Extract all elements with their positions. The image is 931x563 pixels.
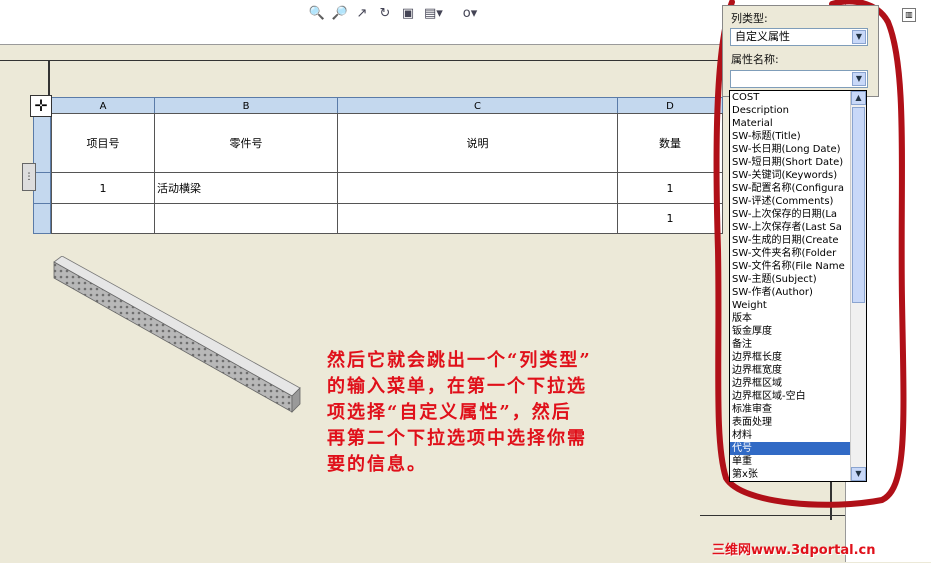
dropdown-option[interactable]: SW-文件夹名称(Folder [730, 247, 852, 260]
sheet-divider [48, 60, 50, 98]
dropdown-option[interactable]: SW-上次保存者(Last Sa [730, 221, 852, 234]
display-icon[interactable]: ▣ [399, 5, 417, 23]
dropdown-option[interactable]: Material [730, 117, 852, 130]
chevron-down-icon[interactable]: ▼ [852, 30, 866, 44]
dropdown-option[interactable]: SW-标题(Title) [730, 130, 852, 143]
zoom-area-icon[interactable]: 🔎 [331, 5, 349, 23]
table-move-handle-icon[interactable]: ✛ [30, 95, 52, 117]
column-header-b[interactable]: B [154, 97, 338, 114]
column-header-a[interactable]: A [51, 97, 155, 114]
dropdown-option[interactable]: SW-评述(Comments) [730, 195, 852, 208]
dropdown-option[interactable]: 边界框区域-空白 [730, 390, 852, 403]
column-header-d[interactable]: D [617, 97, 723, 114]
table-cell[interactable] [337, 172, 618, 204]
annotation-line: 然后它就会跳出一个“列类型” [327, 350, 592, 371]
zoom-to-fit-icon[interactable]: 🔍 [308, 5, 326, 23]
column-property-panel: 列类型: 自定义属性 ▼ 属性名称: ▼ [722, 5, 879, 97]
site-watermark: 三维网www.3dportal.cn [712, 543, 876, 558]
column-type-label: 列类型: [731, 12, 768, 25]
dropdown-option[interactable]: SW-配置名称(Configura [730, 182, 852, 195]
view-orientation-icon[interactable]: ▤▾ [424, 5, 443, 23]
rotate-icon[interactable]: ↻ [376, 5, 394, 23]
dropdown-option[interactable]: 边界框长度 [730, 351, 852, 364]
dropdown-option[interactable]: 材料 [730, 429, 852, 442]
dropdown-option[interactable]: SW-文件名称(File Name [730, 260, 852, 273]
scroll-up-icon[interactable]: ▲ [851, 91, 866, 105]
dropdown-option[interactable]: Description [730, 104, 852, 117]
dropdown-options: COST Description Material SW-标题(Title) SW-长日… [730, 91, 866, 481]
header-cell-quantity[interactable]: 数量 [617, 113, 723, 173]
dropdown-option[interactable]: 第x张 [730, 468, 852, 481]
property-name-select[interactable]: ▼ [730, 70, 868, 88]
bom-table[interactable]: A B C D 项目号 零件号 说明 数量 1 活动横梁 1 1 [33, 97, 723, 234]
dropdown-option[interactable]: 钣金厚度 [730, 325, 852, 338]
column-header-c[interactable]: C [337, 97, 618, 114]
property-name-label: 属性名称: [731, 53, 779, 66]
beam-part-image [53, 256, 301, 413]
table-cell[interactable]: 1 [617, 172, 723, 204]
dropdown-option[interactable]: 备注 [730, 338, 852, 351]
annotation-line: 的输入菜单，在第一个下拉选 [327, 376, 587, 397]
annotation-line: 再第二个下拉选项中选择你需 [327, 428, 587, 449]
table-cell[interactable] [51, 203, 155, 234]
scrollbar-thumb[interactable] [852, 107, 865, 303]
dropdown-option[interactable]: Weight [730, 299, 852, 312]
dropdown-option[interactable]: SW-上次保存的日期(La [730, 208, 852, 221]
table-side-tab-icon[interactable]: ⋮ [22, 163, 36, 191]
row-header-3[interactable] [33, 203, 51, 234]
dropdown-option[interactable]: 版本 [730, 312, 852, 325]
table-cell[interactable]: 1 [617, 203, 723, 234]
dropdown-option[interactable]: 边界框区域 [730, 377, 852, 390]
table-cell[interactable] [337, 203, 618, 234]
dropdown-option[interactable]: SW-作者(Author) [730, 286, 852, 299]
header-cell-part-no[interactable]: 零件号 [154, 113, 338, 173]
annotation-line: 要的信息。 [327, 454, 427, 475]
dropdown-option[interactable]: SW-生成的日期(Create [730, 234, 852, 247]
table-cell[interactable]: 1 [51, 172, 155, 204]
header-cell-item-no[interactable]: 项目号 [51, 113, 155, 173]
instruction-annotation: 然后它就会跳出一个“列类型” 的输入菜单，在第一个下拉选 项选择“自定义属性”，… [327, 348, 687, 478]
table-cell[interactable] [154, 203, 338, 234]
column-type-select[interactable]: 自定义属性 ▼ [730, 28, 868, 46]
dropdown-option[interactable]: SW-短日期(Short Date) [730, 156, 852, 169]
dropdown-option[interactable]: SW-长日期(Long Date) [730, 143, 852, 156]
dropdown-option[interactable]: COST [730, 91, 852, 104]
dropdown-option[interactable]: 边界框宽度 [730, 364, 852, 377]
table-cell[interactable]: 活动横梁 [154, 172, 338, 204]
dropdown-option[interactable]: 表面处理 [730, 416, 852, 429]
property-name-dropdown-list[interactable]: COST Description Material SW-标题(Title) SW-长日… [729, 90, 867, 482]
dropdown-scrollbar[interactable]: ▲ ▼ [850, 91, 866, 481]
dropdown-option[interactable]: SW-关键词(Keywords) [730, 169, 852, 182]
dropdown-option[interactable]: SW-主题(Subject) [730, 273, 852, 286]
dropdown-option[interactable]: 标准审查 [730, 403, 852, 416]
column-type-value: 自定义属性 [735, 30, 790, 43]
annotation-line: 项选择“自定义属性”，然后 [327, 402, 572, 423]
scroll-down-icon[interactable]: ▼ [851, 467, 866, 481]
select-icon[interactable]: ↗ [353, 5, 371, 23]
chevron-down-icon[interactable]: ▼ [852, 72, 866, 86]
sheet-bottom-border [700, 515, 845, 516]
dropdown-option[interactable]: 代号 [730, 442, 852, 455]
hide-show-icon[interactable]: o▾ [456, 5, 484, 23]
dropdown-option[interactable]: 单重 [730, 455, 852, 468]
header-cell-description[interactable]: 说明 [337, 113, 618, 173]
